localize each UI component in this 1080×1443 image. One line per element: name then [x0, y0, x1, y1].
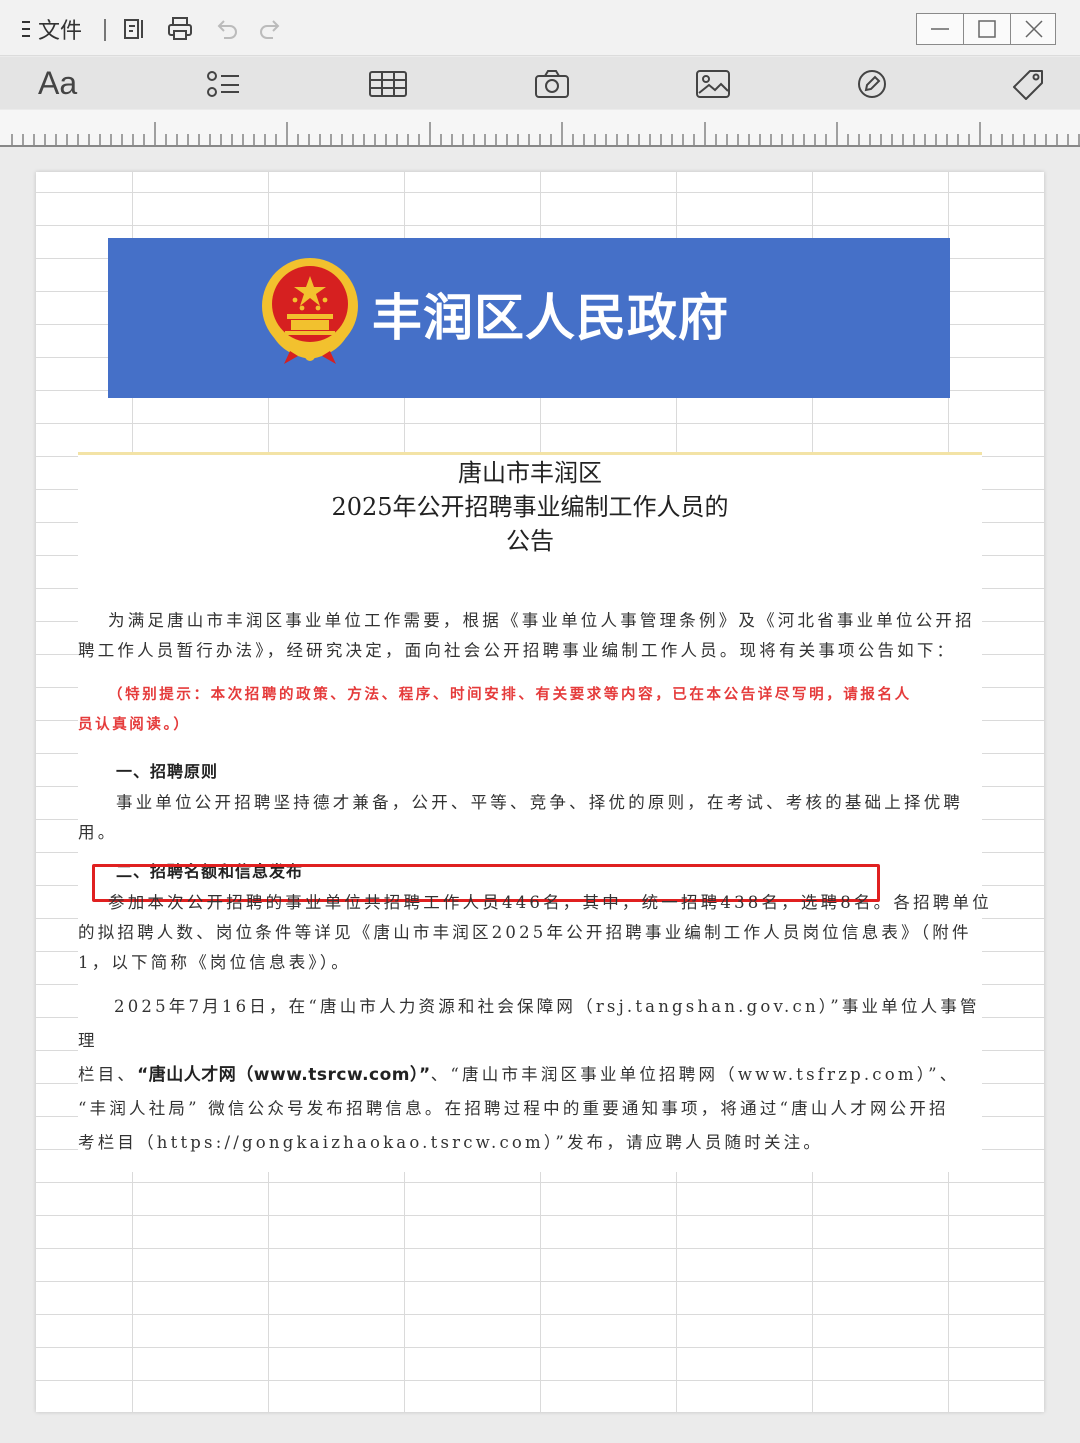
section2-line2: 的拟招聘人数、岗位条件等详见《唐山市丰润区2025年公开招聘事业编制工作人员岗位… [78, 923, 972, 942]
minimize-icon [931, 28, 949, 30]
tip-line2: 员认真阅读。） [78, 716, 191, 733]
undo-icon[interactable] [212, 14, 242, 44]
notice-title-line1: 唐山市丰润区 [458, 459, 602, 487]
list-view-icon[interactable] [120, 14, 150, 44]
section3-line3: “丰润人社局” 微信公众号发布招聘信息。在招聘过程中的重要通知事项，将通过“唐山… [78, 1099, 949, 1118]
section3-line2-a: 栏目、 [78, 1065, 138, 1084]
list-bullets-icon[interactable] [203, 67, 243, 101]
file-menu-label: 文件 [38, 19, 83, 44]
section3-line2-c: 、“唐山市丰润区事业单位招聘网（www.tsfrzp.com）”、 [430, 1065, 960, 1084]
format-toolbar: Aa [0, 57, 1080, 109]
special-tip: （特别提示：本次招聘的政策、方法、程序、时间安排、有关要求等内容，已在本公告详尽… [78, 680, 982, 740]
intro-line2: 聘工作人员暂行办法》，经研究决定，面向社会公开招聘事业编制工作人员。现将有关事项… [78, 641, 957, 660]
minimize-button[interactable] [917, 14, 964, 44]
image-icon[interactable] [693, 67, 733, 101]
redo-icon[interactable] [255, 14, 285, 44]
section1-heading: 一、招聘原则 [116, 762, 219, 781]
notice-title-line2: 2025年公开招聘事业编制工作人员的 [331, 493, 729, 521]
section1-line1: 事业单位公开招聘坚持德才兼备，公开、平等、竞争、择优的原则，在考试、考核的基础上… [116, 793, 964, 812]
tag-icon[interactable] [1008, 67, 1048, 101]
header-banner: 丰润区人民政府 [108, 238, 950, 398]
maximize-button[interactable] [964, 14, 1011, 44]
title-bar: 文件 [0, 0, 1080, 56]
tip-line1: （特别提示：本次招聘的政策、方法、程序、时间安排、有关要求等内容，已在本公告详尽… [108, 686, 912, 703]
divider-line [78, 452, 982, 455]
ruler [0, 110, 1080, 147]
close-icon [1025, 20, 1043, 38]
pen-icon[interactable] [852, 67, 892, 101]
table-icon[interactable] [368, 67, 408, 101]
section2-highlighted-text: 参加本次公开招聘的事业单位共招聘工作人员446名，其中，统一招聘438名，选聘8… [108, 893, 894, 912]
close-button[interactable] [1011, 14, 1057, 44]
print-icon[interactable] [165, 14, 195, 44]
document-page[interactable]: 丰润区人民政府 唐山市丰润区 2025年公开招聘事业编制工作人员的 公告 为满足… [36, 172, 1044, 1412]
camera-icon[interactable] [532, 67, 572, 101]
notice-title: 唐山市丰润区 2025年公开招聘事业编制工作人员的 公告 [78, 456, 982, 558]
section2-line1-rest: 各招聘单位 [893, 893, 992, 912]
ruler-ticks [11, 122, 1080, 145]
intro-paragraph: 为满足唐山市丰润区事业单位工作需要，根据《事业单位人事管理条例》及《河北省事业单… [78, 606, 982, 666]
window-controls [916, 13, 1056, 45]
section3-line4: 考栏目（https://gongkaizhaokao.tsrcw.com）”发布… [78, 1133, 824, 1152]
intro-line1: 为满足唐山市丰润区事业单位工作需要，根据《事业单位人事管理条例》及《河北省事业单… [108, 611, 975, 630]
section1-paragraph: 事业单位公开招聘坚持德才兼备，公开、平等、竞争、择优的原则，在考试、考核的基础上… [78, 788, 982, 848]
section3-line1: 2025年7月16日，在“唐山市人力资源和社会保障网（rsj.tangshan.… [78, 997, 980, 1050]
toolbar-divider [104, 19, 106, 41]
menu-icon [22, 21, 32, 37]
notice-title-line3: 公告 [506, 527, 554, 555]
section2-line3: 1，以下简称《岗位信息表》）。 [78, 953, 351, 972]
national-emblem-icon [262, 258, 358, 364]
maximize-icon [978, 20, 996, 38]
section2-paragraph: 参加本次公开招聘的事业单位共招聘工作人员446名，其中，统一招聘438名，选聘8… [78, 888, 989, 978]
banner-title: 丰润区人民政府 [372, 289, 729, 347]
file-menu-button[interactable]: 文件 [22, 16, 83, 44]
font-button[interactable]: Aa [38, 65, 77, 102]
notice-content: 唐山市丰润区 2025年公开招聘事业编制工作人员的 公告 为满足唐山市丰润区事业… [78, 452, 989, 1172]
section3-paragraph: 2025年7月16日，在“唐山市人力资源和社会保障网（rsj.tangshan.… [78, 990, 982, 1160]
tsrcw-link[interactable]: “唐山人才网（www.tsrcw.com）” [137, 1065, 431, 1085]
section1-line2: 用。 [78, 823, 118, 842]
